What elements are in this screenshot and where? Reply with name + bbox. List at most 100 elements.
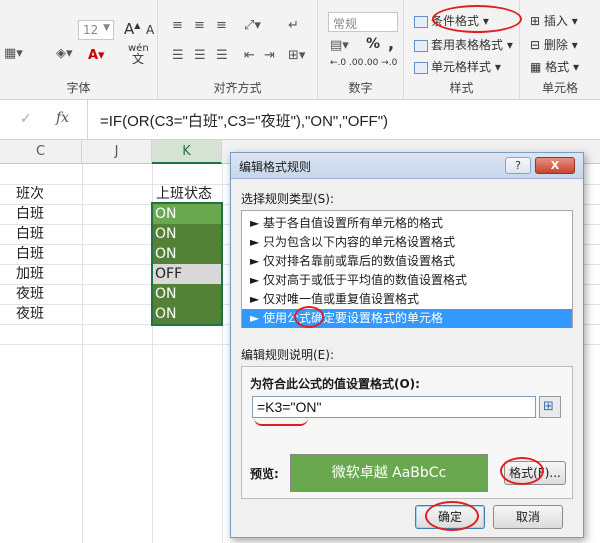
ribbon: 12 ▼ A▲ A ▦▾ ◈▾ A▾ wén 文 字体 ≡ ≡ ≡ ⤢▾ ↵ ☰… [0, 0, 600, 100]
edit-rule-desc-label: 编辑规则说明(E): [241, 348, 334, 362]
grow-font-button[interactable]: A▲ [124, 20, 140, 38]
alignment-group: ≡ ≡ ≡ ⤢▾ ↵ ☰ ☰ ☰ ⇤ ⇥ ⊞▾ 对齐方式 [158, 0, 318, 100]
delete-icon: ⊟ [530, 38, 541, 52]
cell-c6[interactable]: 加班 [12, 264, 44, 284]
styles-group-label: 样式 [449, 81, 474, 95]
align-bottom-icon[interactable]: ≡ [216, 18, 227, 33]
close-button[interactable]: X [535, 157, 575, 174]
dialog-title: 编辑格式规则 [239, 160, 312, 174]
preview-label: 预览: [250, 467, 279, 481]
decrease-decimal-button[interactable]: .00 →.0 [364, 58, 397, 68]
rule-description-box: 为符合此公式的值设置格式(O): =K3="ON" ⊞ 预览: 微软卓越 AaB… [241, 366, 573, 499]
select-rule-type-label: 选择规则类型(S): [241, 192, 335, 206]
cell-c3[interactable]: 白班 [12, 204, 44, 224]
grid-line [82, 164, 83, 543]
fill-color-icon[interactable]: ◈▾ [56, 46, 73, 61]
orientation-icon[interactable]: ⤢▾ [244, 18, 261, 33]
font-size-dropdown[interactable]: 12 ▼ [78, 20, 114, 40]
help-button[interactable]: ? [505, 157, 531, 174]
table-format-icon [414, 39, 428, 52]
align-left-icon[interactable]: ☰ [172, 48, 184, 63]
formula-label: 为符合此公式的值设置格式(O): [250, 377, 420, 391]
insert-icon: ⊞ [530, 14, 541, 28]
insert-button[interactable]: ⊞ 插入 ▾ [530, 12, 578, 29]
dialog-title-bar[interactable]: 编辑格式规则 ? X [231, 153, 583, 179]
font-size-value: 12 [83, 23, 99, 37]
cell-c5[interactable]: 白班 [12, 244, 44, 264]
delete-button[interactable]: ⊟ 删除 ▾ [530, 36, 578, 53]
rule-type-item-selected[interactable]: ► 使用公式确定要设置格式的单元格 [242, 309, 572, 328]
number-format-dropdown[interactable]: 常规 [328, 12, 398, 32]
increase-decimal-button[interactable]: ←.0 .00 [330, 58, 363, 68]
align-center-icon[interactable]: ☰ [194, 48, 206, 63]
annotation-circle [432, 5, 522, 33]
delete-label: 删除 [543, 38, 568, 52]
cell-c4[interactable]: 白班 [12, 224, 44, 244]
align-top-icon[interactable]: ≡ [172, 18, 183, 33]
alignment-group-label: 对齐方式 [213, 81, 262, 95]
column-header-j[interactable]: J [82, 140, 152, 164]
range-select-icon: ⊞ [543, 399, 554, 414]
merge-center-icon[interactable]: ⊞▾ [288, 48, 305, 63]
formula-buttons: ✓ fx [0, 100, 88, 140]
font-group-label: 字体 [66, 81, 91, 95]
align-right-icon[interactable]: ☰ [216, 48, 228, 63]
fx-icon[interactable]: fx [56, 110, 69, 126]
insert-label: 插入 [543, 14, 568, 28]
table-format-button[interactable]: 套用表格格式 ▾ [414, 36, 513, 53]
cells-group: ⊞ 插入 ▾ ⊟ 删除 ▾ ▦ 格式 ▾ 单元格 [520, 0, 600, 100]
number-group: 常规 ▤▾ % , ←.0 .00 .00 →.0 数字 [318, 0, 404, 100]
cell-styles-icon [414, 61, 428, 74]
number-group-label: 数字 [348, 81, 373, 95]
formula-field[interactable]: =K3="ON" [252, 396, 536, 418]
table-format-label: 套用表格格式 [431, 38, 504, 52]
cell-c2[interactable]: 班次 [12, 184, 44, 204]
column-header-c[interactable]: C [0, 140, 82, 164]
increase-indent-icon[interactable]: ⇥ [264, 48, 275, 63]
cell-styles-label: 单元格样式 [431, 60, 492, 74]
cancel-button[interactable]: 取消 [493, 505, 563, 529]
shrink-font-button[interactable]: A [146, 23, 154, 37]
formula-bar: ✓ fx =IF(OR(C3="白班",C3="夜班"),"ON","OFF") [0, 100, 600, 140]
annotation-circle [500, 457, 544, 485]
wrap-text-icon[interactable]: ↵ [288, 18, 299, 33]
rule-type-item[interactable]: ► 仅对排名靠前或靠后的数值设置格式 [242, 252, 572, 271]
cell-c8[interactable]: 夜班 [12, 304, 44, 324]
border-icon[interactable]: ▦▾ [4, 46, 23, 61]
rule-type-item[interactable]: ► 基于各自值设置所有单元格的格式 [242, 214, 572, 233]
rule-type-list[interactable]: ► 基于各自值设置所有单元格的格式 ► 只为包含以下内容的单元格设置格式 ► 仅… [241, 210, 573, 328]
chevron-down-icon: ▼ [103, 23, 110, 33]
align-middle-icon[interactable]: ≡ [194, 18, 205, 33]
comma-button[interactable]: , [388, 34, 394, 53]
format-button[interactable]: ▦ 格式 ▾ [530, 58, 579, 75]
edit-format-rule-dialog: 编辑格式规则 ? X 选择规则类型(S): ► 基于各自值设置所有单元格的格式 … [230, 152, 584, 538]
phonetic-sub-label: 文 [132, 52, 145, 66]
font-color-icon[interactable]: A▾ [88, 48, 105, 63]
phonetic-button[interactable]: wén 文 [128, 44, 149, 66]
font-group: 12 ▼ A▲ A ▦▾ ◈▾ A▾ wén 文 字体 [0, 0, 158, 100]
accounting-format-icon[interactable]: ▤▾ [330, 38, 349, 53]
rule-type-item[interactable]: ► 仅对唯一值或重复值设置格式 [242, 290, 572, 309]
number-format-value: 常规 [333, 17, 358, 31]
shrink-font-label: A [146, 23, 155, 37]
decrease-indent-icon[interactable]: ⇤ [244, 48, 255, 63]
rule-type-item[interactable]: ► 只为包含以下内容的单元格设置格式 [242, 233, 572, 252]
enter-icon[interactable]: ✓ [20, 111, 32, 127]
annotation-circle [294, 306, 324, 328]
cell-styles-button[interactable]: 单元格样式 ▾ [414, 58, 501, 75]
annotation-underline [254, 418, 308, 426]
cell-k2[interactable]: 上班状态 [152, 184, 212, 204]
cell-c7[interactable]: 夜班 [12, 284, 44, 304]
format-preview: 微软卓越 AaBbCc [290, 454, 488, 492]
column-header-k[interactable]: K [152, 140, 222, 164]
formula-input[interactable]: =IF(OR(C3="白班",C3="夜班"),"ON","OFF") [100, 110, 388, 131]
format-label: 格式 [545, 60, 570, 74]
styles-group: 条件格式 ▾ 套用表格格式 ▾ 单元格样式 ▾ 样式 [404, 0, 522, 100]
rule-type-item[interactable]: ► 仅对高于或低于平均值的数值设置格式 [242, 271, 572, 290]
selection-border [151, 202, 223, 326]
annotation-circle [425, 501, 479, 531]
percent-button[interactable]: % [366, 36, 380, 52]
grow-font-label: A [124, 20, 135, 38]
conditional-format-icon [414, 15, 428, 28]
range-select-button[interactable]: ⊞ [539, 396, 561, 418]
